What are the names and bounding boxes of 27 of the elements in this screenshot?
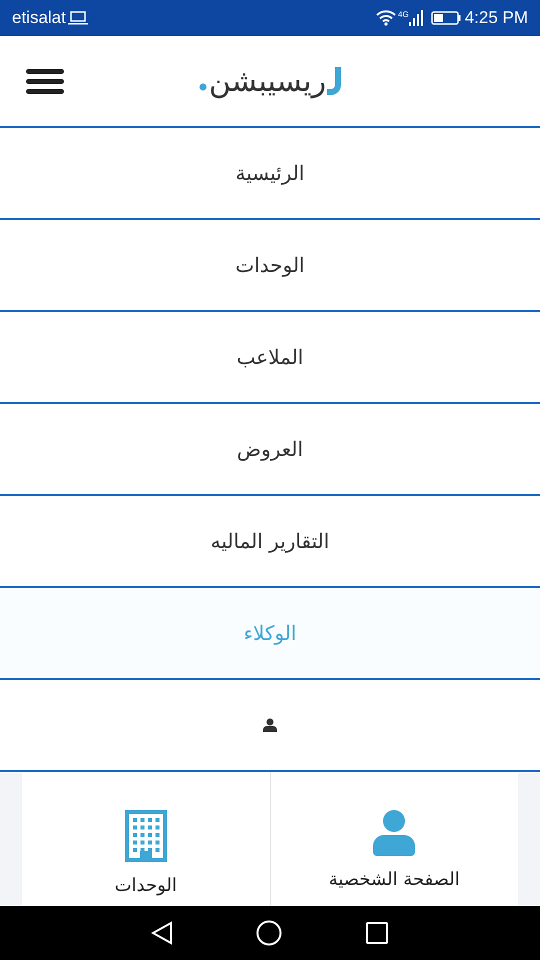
network-type: 4G [398,9,409,21]
laptop-icon [68,11,88,25]
wifi-icon [376,10,396,26]
card-label: الوحدات [114,874,177,898]
recents-icon[interactable] [364,921,389,945]
shortcut-card[interactable]: الوحدات [22,772,270,906]
menu-icon[interactable] [26,68,64,94]
battery-icon [430,11,461,25]
menu-label: الوكلاء [244,620,296,647]
app-logo: ريسيبشن [208,62,326,100]
menu-label: العروض [236,436,304,463]
user-icon [263,718,277,732]
clock-time: 4:25 PM [464,7,528,30]
menu-label: الملاعب [236,344,304,371]
shortcut-card[interactable]: الصفحة الشخصية [270,772,518,906]
logo-dot-icon [198,83,207,91]
building-icon [124,810,167,862]
menu-label: الرئيسية [236,160,304,187]
menu-label: الوحدات [235,252,305,279]
user-icon [373,810,416,856]
card-label: الصفحة الشخصية [328,868,460,892]
menu-label: التقارير الماليه [210,528,330,555]
carrier-name: etisalat [12,7,66,30]
back-icon[interactable] [151,921,174,945]
signal-icon [408,10,423,26]
home-icon[interactable] [256,920,282,946]
logo-mark-icon [327,67,342,95]
